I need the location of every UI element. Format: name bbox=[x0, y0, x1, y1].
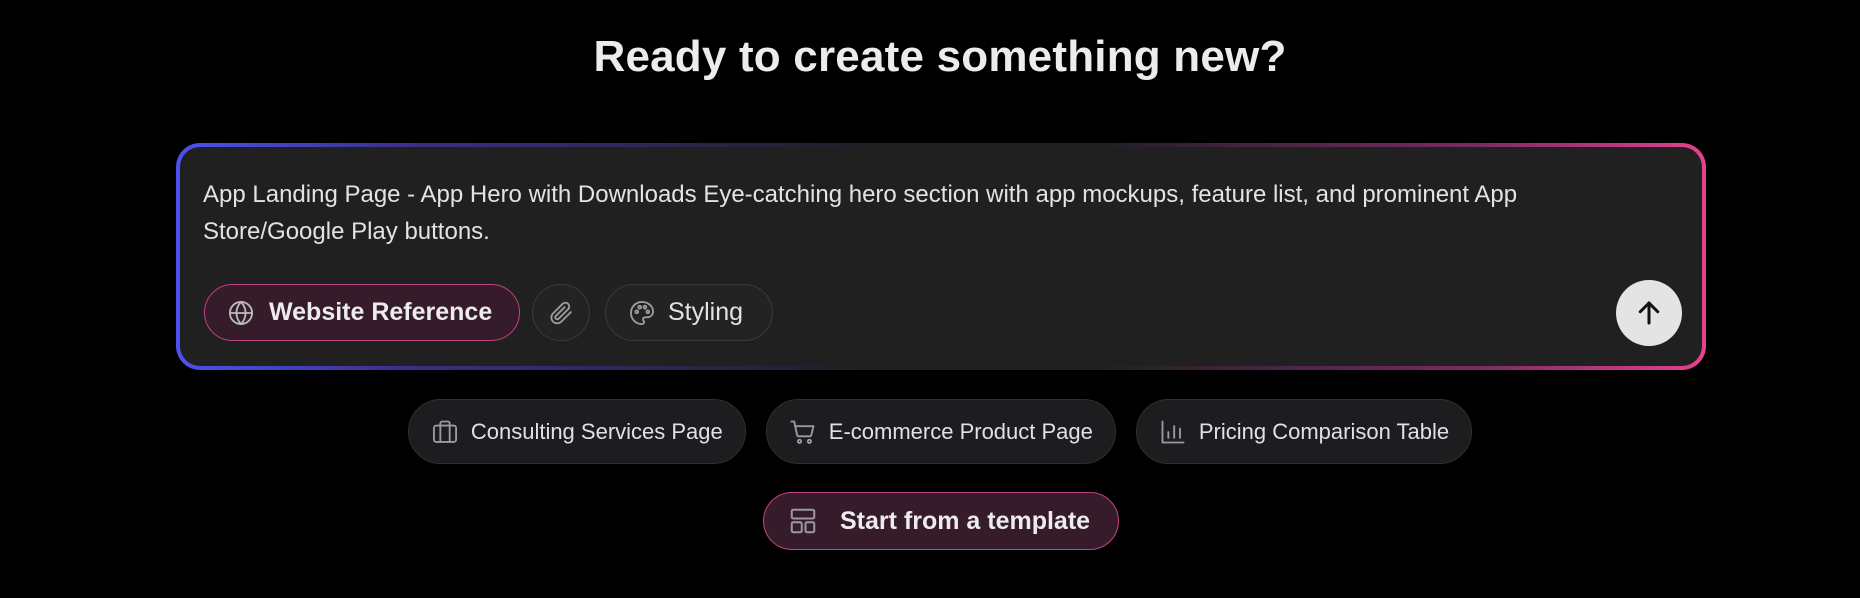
layout-icon bbox=[788, 506, 818, 536]
page-title: Ready to create something new? bbox=[593, 32, 1287, 81]
website-reference-label: Website Reference bbox=[269, 298, 493, 326]
suggestion-label: E-commerce Product Page bbox=[828, 418, 1093, 444]
prompt-input[interactable]: App Landing Page - App Hero with Downloa… bbox=[203, 176, 1623, 250]
suggestion-pricing-comparison[interactable]: Pricing Comparison Table bbox=[1135, 399, 1473, 464]
send-button[interactable] bbox=[1616, 280, 1682, 346]
start-from-template-label: Start from a template bbox=[840, 506, 1091, 535]
paperclip-icon bbox=[547, 299, 575, 327]
website-reference-button[interactable]: Website Reference bbox=[204, 284, 520, 341]
globe-icon bbox=[227, 299, 255, 327]
page: Ready to create something new? App Landi… bbox=[0, 0, 1860, 598]
prompt-composer-inner: App Landing Page - App Hero with Downloa… bbox=[180, 147, 1702, 366]
suggestion-list: Consulting Services Page E-commerce Prod… bbox=[0, 399, 1860, 464]
bar-chart-icon bbox=[1159, 418, 1187, 446]
briefcase-icon bbox=[431, 418, 459, 446]
attach-button[interactable] bbox=[532, 284, 590, 341]
styling-label: Styling bbox=[668, 298, 744, 326]
palette-icon bbox=[628, 299, 656, 327]
prompt-composer: App Landing Page - App Hero with Downloa… bbox=[176, 143, 1706, 370]
suggestion-label: Pricing Comparison Table bbox=[1198, 418, 1450, 444]
suggestion-label: Consulting Services Page bbox=[470, 418, 723, 444]
start-from-template-button[interactable]: Start from a template bbox=[763, 492, 1119, 550]
arrow-up-icon bbox=[1634, 298, 1664, 328]
suggestion-consulting-services[interactable]: Consulting Services Page bbox=[407, 399, 746, 464]
suggestion-ecommerce-product[interactable]: E-commerce Product Page bbox=[765, 399, 1116, 464]
cart-icon bbox=[789, 418, 817, 446]
styling-button[interactable]: Styling bbox=[605, 284, 773, 341]
